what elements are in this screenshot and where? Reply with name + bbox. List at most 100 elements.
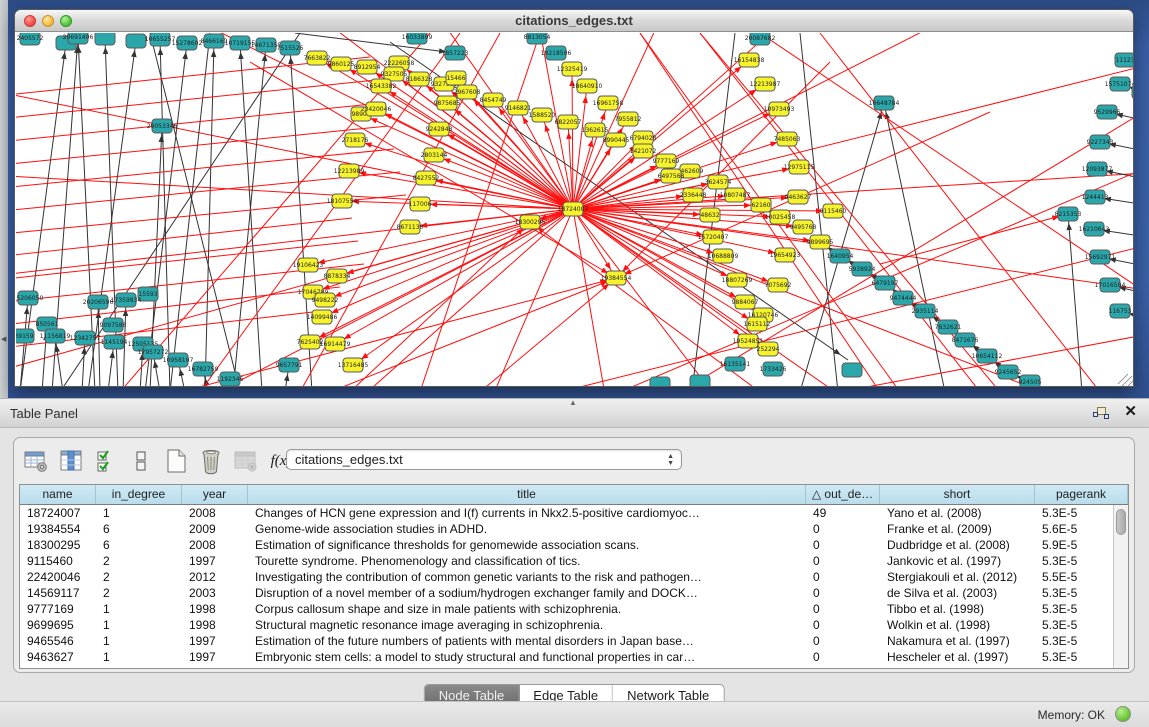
graph-node[interactable]: 1421072 <box>630 144 657 158</box>
table-cell[interactable]: Genome-wide association studies in ADHD. <box>248 521 806 537</box>
new-table-button[interactable] <box>162 447 190 475</box>
table-cell[interactable]: 2 <box>96 569 182 585</box>
graph-node[interactable]: 16033809 <box>402 33 433 44</box>
graph-node[interactable]: 7955812 <box>615 112 642 126</box>
table-cell[interactable]: 0 <box>806 601 880 617</box>
table-cell[interactable]: Tibbo et al. (1998) <box>880 601 1035 617</box>
graph-node[interactable]: 9860125 <box>328 57 355 71</box>
graph-node[interactable]: 9474444 <box>890 291 917 305</box>
graph-node[interactable]: 7663822 <box>304 51 331 65</box>
graph-node[interactable]: 8671130 <box>397 220 424 234</box>
table-cell[interactable]: 0 <box>806 633 880 649</box>
graph-node[interactable]: 17359934 <box>111 293 142 307</box>
table-cell[interactable]: 1 <box>96 505 182 521</box>
graph-node[interactable]: 7075692 <box>765 278 792 292</box>
table-row[interactable]: 1938455462009Genome-wide association stu… <box>20 521 1128 537</box>
graph-node[interactable] <box>690 375 710 386</box>
float-panel-button[interactable] <box>1093 406 1109 421</box>
table-cell[interactable]: Dudbridge et al. (2008) <box>880 537 1035 553</box>
graph-node[interactable]: 9495768 <box>790 220 817 234</box>
table-cell[interactable]: 1998 <box>182 617 248 633</box>
table-cell[interactable]: 0 <box>806 521 880 537</box>
graph-node[interactable]: 7857223 <box>442 46 469 60</box>
column-header-in_degree[interactable]: in_degree <box>96 485 182 504</box>
table-cell[interactable]: 0 <box>806 569 880 585</box>
graph-node[interactable]: 8471676 <box>952 333 979 347</box>
table-cell[interactable]: 18724007 <box>20 505 96 521</box>
graph-node[interactable]: 7485063 <box>774 132 801 146</box>
table-cell[interactable]: Stergiakouli et al. (2012) <box>880 569 1035 585</box>
graph-node[interactable]: 15692971 <box>1085 250 1116 264</box>
table-cell[interactable]: 9465546 <box>20 633 96 649</box>
graph-node[interactable]: 9227343 <box>1087 135 1114 149</box>
table-cell[interactable]: Hescheler et al. (1997) <box>880 649 1035 665</box>
graph-node[interactable]: 8878334 <box>324 269 351 283</box>
graph-node[interactable]: 16782759 <box>188 362 219 376</box>
graph-node[interactable]: 1640954 <box>827 249 854 263</box>
table-row[interactable]: 2242004622012Investigating the contribut… <box>20 569 1128 585</box>
table-cell[interactable]: Yano et al. (2008) <box>880 505 1035 521</box>
table-row[interactable]: 969969511998Structural magnetic resonanc… <box>20 617 1128 633</box>
table-cell[interactable]: 9699695 <box>20 617 96 633</box>
table-cell[interactable]: Changes of HCN gene expression and I(f) … <box>248 505 806 521</box>
graph-node[interactable]: 924505 <box>1019 375 1042 386</box>
graph-node[interactable]: 19654923 <box>770 248 801 262</box>
table-cell[interactable]: 9463627 <box>20 649 96 665</box>
graph-node[interactable]: 9884067 <box>732 295 759 309</box>
table-cell[interactable]: 0 <box>806 553 880 569</box>
table-cell[interactable]: 0 <box>806 649 880 665</box>
table-cell[interactable]: 1 <box>96 633 182 649</box>
graph-node[interactable]: 6479197 <box>872 276 899 290</box>
table-row[interactable]: 1830029562008Estimation of significance … <box>20 537 1128 553</box>
table-cell[interactable]: 1 <box>96 601 182 617</box>
table-cell[interactable]: 22420046 <box>20 569 96 585</box>
graph-node[interactable]: 9146821 <box>505 101 532 115</box>
table-cell[interactable]: Nakamura et al. (1997) <box>880 633 1035 649</box>
graph-node[interactable]: 7515526 <box>277 41 304 55</box>
table-row[interactable]: 1872400712008Changes of HCN gene express… <box>20 505 1128 521</box>
table-cell[interactable]: 0 <box>806 585 880 601</box>
table-cell[interactable]: Tourette syndrome. Phenomenology and cla… <box>248 553 806 569</box>
graph-node[interactable]: 13716485 <box>338 358 369 372</box>
table-cell[interactable]: 9777169 <box>20 601 96 617</box>
graph-node[interactable]: 1192346 <box>217 372 244 386</box>
table-cell[interactable]: 2 <box>96 553 182 569</box>
collapse-panel-arrow-icon[interactable]: ◀ <box>1 335 6 343</box>
network-window-titlebar[interactable]: citations_edges.txt <box>15 10 1133 32</box>
graph-node[interactable]: 9657791 <box>276 358 303 372</box>
table-row[interactable]: 1456911722003Disruption of a novel membe… <box>20 585 1128 601</box>
graph-node[interactable]: 3624574 <box>705 175 732 189</box>
graph-node[interactable]: 9875685 <box>434 96 461 110</box>
graph-node[interactable]: 20206596 <box>83 295 114 309</box>
graph-node[interactable]: 8454749 <box>480 93 507 107</box>
table-cell[interactable]: 6 <box>96 521 182 537</box>
table-cell[interactable]: Wolkin et al. (1998) <box>880 617 1035 633</box>
graph-node[interactable]: 252294 <box>757 342 780 356</box>
table-row[interactable]: 977716911998Corpus callosum shape and si… <box>20 601 1128 617</box>
window-resize-grip-icon[interactable] <box>1118 374 1133 386</box>
graph-node[interactable]: 5938924 <box>849 262 876 276</box>
column-header-name[interactable]: name <box>20 485 96 504</box>
graph-node[interactable]: 25206050 <box>16 291 43 305</box>
graph-node[interactable]: 12093877 <box>1082 162 1113 176</box>
graph-node[interactable]: 9245652 <box>995 365 1022 379</box>
graph-node[interactable]: 8427552 <box>413 171 440 185</box>
graph-node[interactable]: 6794028 <box>630 131 657 145</box>
network-view-window[interactable]: citations_edges.txt 24055722069140610655… <box>14 9 1134 387</box>
column-header-pagerank[interactable]: pagerank <box>1035 485 1128 504</box>
table-cell[interactable]: 9115460 <box>20 553 96 569</box>
table-cell[interactable]: 2008 <box>182 505 248 521</box>
table-cell[interactable]: 0 <box>806 617 880 633</box>
graph-node[interactable]: 8186328 <box>406 72 433 86</box>
graph-node[interactable]: 17016504 <box>1095 278 1126 292</box>
graph-node[interactable]: 19106423 <box>293 258 324 272</box>
column-header-out_de[interactable]: △ out_de… <box>806 485 880 504</box>
table-cell[interactable]: de Silva et al. (2003) <box>880 585 1035 601</box>
graph-node[interactable]: 16135141 <box>720 357 751 371</box>
graph-node[interactable]: 9097588 <box>100 318 127 332</box>
graph-node[interactable]: 1615112 <box>744 317 771 331</box>
table-cell[interactable]: 1998 <box>182 601 248 617</box>
table-cell[interactable]: 49 <box>806 505 880 521</box>
graph-node[interactable]: 2718176 <box>342 133 369 147</box>
graph-node[interactable]: 8990445 <box>603 133 630 147</box>
